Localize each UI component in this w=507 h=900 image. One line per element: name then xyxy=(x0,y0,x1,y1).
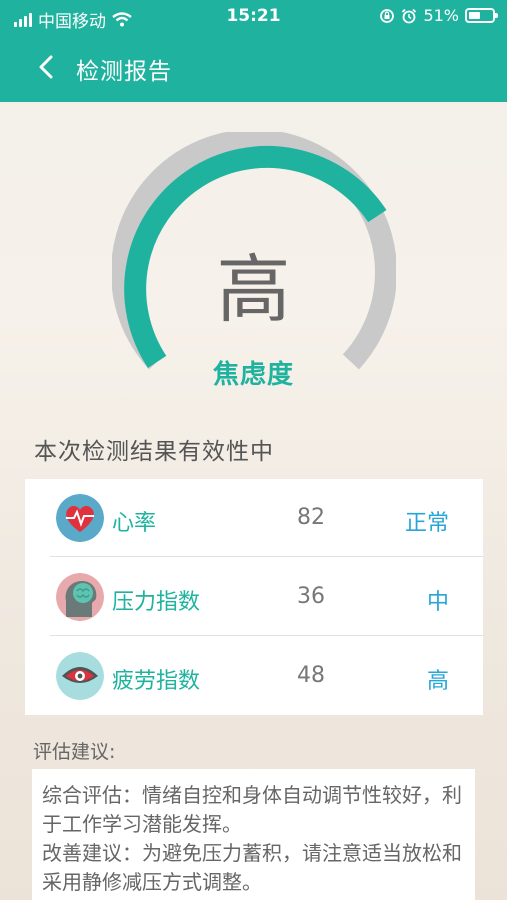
metric-value: 82 xyxy=(297,505,325,530)
advice-assessment: 综合评估：情绪自控和身体自动调节性较好，利于工作学习潜能发挥。 xyxy=(42,783,462,836)
gauge-label: 焦虑度 xyxy=(212,360,294,390)
metric-name: 疲劳指数 xyxy=(112,669,201,694)
battery-icon xyxy=(465,8,498,23)
metrics-card: 心率 82 正常 压力指数 36 中 疲劳指数 48 高 xyxy=(25,479,483,715)
advice-suggestion: 改善建议：为避免压力蓄积，请注意适当放松和采用静修减压方式调整。 xyxy=(42,841,462,894)
heart-rate-icon xyxy=(56,494,104,542)
row-divider xyxy=(50,635,483,636)
page-title: 检测报告 xyxy=(76,59,172,85)
metric-row-stress[interactable]: 压力指数 36 中 xyxy=(25,558,483,636)
metric-value: 48 xyxy=(297,663,325,688)
metric-row-fatigue[interactable]: 疲劳指数 48 高 xyxy=(25,637,483,715)
brain-icon xyxy=(56,573,104,621)
eye-icon xyxy=(56,652,104,700)
validity-text: 本次检测结果有效性中 xyxy=(34,439,274,465)
app-header-bar: 中国移动 15:21 51% 检测报告 xyxy=(0,0,507,102)
rotation-lock-icon xyxy=(380,8,395,23)
status-right: 51% xyxy=(379,6,498,25)
advice-title: 评估建议: xyxy=(33,741,116,763)
metric-level: 高 xyxy=(426,669,449,694)
row-divider xyxy=(50,556,483,557)
metric-name: 压力指数 xyxy=(112,590,201,615)
metric-level: 正常 xyxy=(404,511,449,536)
battery-percent: 51% xyxy=(423,6,459,25)
metric-name: 心率 xyxy=(112,511,157,536)
navigation-bar: 检测报告 xyxy=(0,34,507,102)
back-button[interactable] xyxy=(34,52,60,82)
status-bar: 中国移动 15:21 51% xyxy=(0,0,507,34)
advice-box: 综合评估：情绪自控和身体自动调节性较好，利于工作学习潜能发挥。 改善建议：为避免… xyxy=(32,769,475,900)
metric-row-heart-rate[interactable]: 心率 82 正常 xyxy=(25,479,483,557)
alarm-icon xyxy=(402,8,417,23)
gauge-value: 高 xyxy=(216,247,291,333)
metric-value: 36 xyxy=(297,584,325,609)
metric-level: 中 xyxy=(426,590,449,615)
